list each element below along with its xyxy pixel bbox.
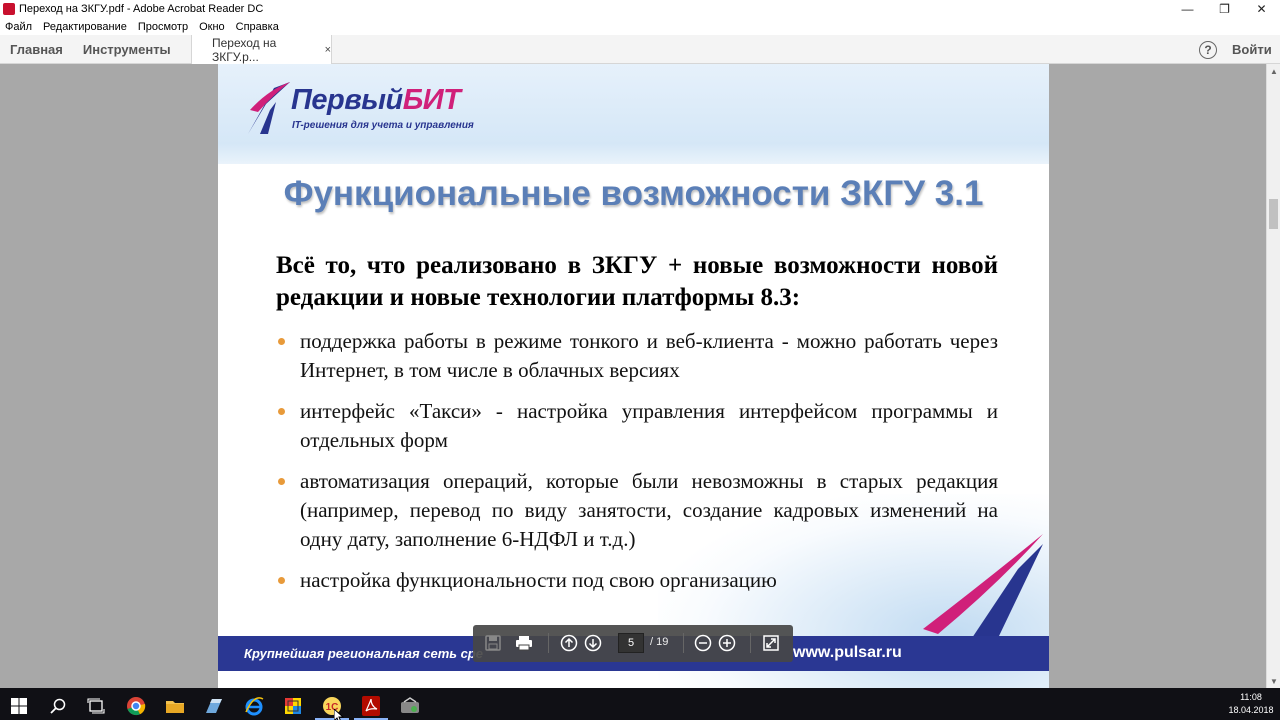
bullet-item: интерфейс «Такси» - настройка управления… bbox=[276, 397, 998, 455]
scroll-up-arrow-icon[interactable]: ▲ bbox=[1267, 64, 1280, 78]
internet-explorer-icon[interactable] bbox=[235, 692, 273, 720]
toolbar-separator bbox=[750, 633, 751, 653]
sign-in-button[interactable]: Войти bbox=[1232, 42, 1272, 57]
windows-start-icon[interactable] bbox=[0, 692, 38, 720]
app-tool-icon[interactable] bbox=[391, 692, 429, 720]
tab-bar: Главная Инструменты Переход на ЗКГУ.p...… bbox=[0, 35, 1280, 64]
app-blue-icon[interactable] bbox=[195, 692, 233, 720]
menu-window[interactable]: Окно bbox=[199, 21, 225, 33]
1c-app-icon[interactable]: 1С bbox=[313, 692, 351, 720]
restore-button[interactable]: ❐ bbox=[1206, 0, 1243, 18]
logo-brand: ПервыйБИТ bbox=[291, 84, 461, 117]
bullet-item: поддержка работы в режиме тонкого и веб-… bbox=[276, 327, 998, 385]
app-colorful-icon[interactable] bbox=[274, 692, 312, 720]
menu-file[interactable]: Файл bbox=[5, 21, 32, 33]
menu-bar: Файл Редактирование Просмотр Окно Справк… bbox=[0, 18, 1280, 35]
vertical-scrollbar[interactable]: ▲ ▼ bbox=[1266, 64, 1280, 688]
footer-website: www.pulsar.ru bbox=[793, 644, 902, 661]
taskbar: 1С 11:08 18.04.2018 bbox=[0, 688, 1280, 720]
close-window-button[interactable]: ✕ bbox=[1243, 0, 1280, 18]
zoom-in-icon[interactable] bbox=[717, 633, 737, 653]
logo-brand-part2: БИТ bbox=[402, 84, 461, 116]
pdf-page: ПервыйБИТ IT-решения для учета и управле… bbox=[218, 64, 1049, 688]
logo-brand-part1: Первый bbox=[291, 84, 403, 116]
tab-tools[interactable]: Инструменты bbox=[73, 42, 181, 57]
scroll-thumb[interactable] bbox=[1269, 199, 1278, 229]
clock-date: 18.04.2018 bbox=[1228, 705, 1274, 715]
footer-slogan: Крупнейшая региональная сеть сре bbox=[244, 646, 483, 661]
mouse-cursor-icon bbox=[334, 709, 344, 720]
close-tab-icon[interactable]: × bbox=[325, 44, 331, 56]
clock-time: 11:08 bbox=[1240, 692, 1262, 702]
minimize-button[interactable]: — bbox=[1169, 0, 1206, 18]
bullet-list: поддержка работы в режиме тонкого и веб-… bbox=[276, 327, 998, 607]
bullet-item: настройка функциональности под свою орга… bbox=[276, 566, 998, 595]
zoom-out-icon[interactable] bbox=[693, 633, 713, 653]
help-icon[interactable]: ? bbox=[1199, 41, 1217, 59]
file-explorer-icon[interactable] bbox=[156, 692, 194, 720]
toolbar-separator bbox=[548, 633, 549, 653]
next-page-icon[interactable] bbox=[583, 633, 603, 653]
previous-page-icon[interactable] bbox=[559, 633, 579, 653]
company-logo: ПервыйБИТ IT-решения для учета и управле… bbox=[246, 78, 476, 138]
tab-home[interactable]: Главная bbox=[0, 42, 73, 57]
fit-page-icon[interactable] bbox=[761, 633, 781, 653]
page-number-input[interactable]: 5 bbox=[618, 633, 644, 653]
page-total: / 19 bbox=[650, 636, 669, 648]
logo-swoosh-icon bbox=[248, 82, 290, 134]
slide-title: Функциональные возможности ЗКГУ 3.1 bbox=[283, 174, 984, 213]
system-clock[interactable]: 11:08 18.04.2018 bbox=[1226, 691, 1276, 717]
chrome-icon[interactable] bbox=[117, 692, 155, 720]
bullet-item: автоматизация операций, которые были нев… bbox=[276, 467, 998, 554]
acrobat-app-icon bbox=[3, 3, 15, 15]
menu-view[interactable]: Просмотр bbox=[138, 21, 188, 33]
window-title: Переход на ЗКГУ.pdf - Adobe Acrobat Read… bbox=[19, 3, 264, 15]
logo-tagline: IT-решения для учета и управления bbox=[292, 120, 474, 131]
task-view-icon[interactable] bbox=[77, 692, 115, 720]
scroll-down-arrow-icon[interactable]: ▼ bbox=[1267, 674, 1280, 688]
save-icon[interactable] bbox=[483, 633, 503, 653]
tab-document[interactable]: Переход на ЗКГУ.p... × bbox=[191, 35, 332, 64]
menu-edit[interactable]: Редактирование bbox=[43, 21, 127, 33]
tab-document-label: Переход на ЗКГУ.p... bbox=[212, 35, 277, 64]
menu-help[interactable]: Справка bbox=[236, 21, 279, 33]
search-icon[interactable] bbox=[39, 692, 77, 720]
acrobat-reader-icon[interactable] bbox=[352, 692, 390, 720]
toolbar-separator bbox=[683, 633, 684, 653]
floating-toolbar: 5 / 19 bbox=[473, 625, 793, 662]
title-bar: Переход на ЗКГУ.pdf - Adobe Acrobat Read… bbox=[0, 0, 1280, 18]
print-icon[interactable] bbox=[514, 633, 534, 653]
slide-lead-text: Всё то, что реализовано в ЗКГУ + новые в… bbox=[276, 252, 998, 311]
